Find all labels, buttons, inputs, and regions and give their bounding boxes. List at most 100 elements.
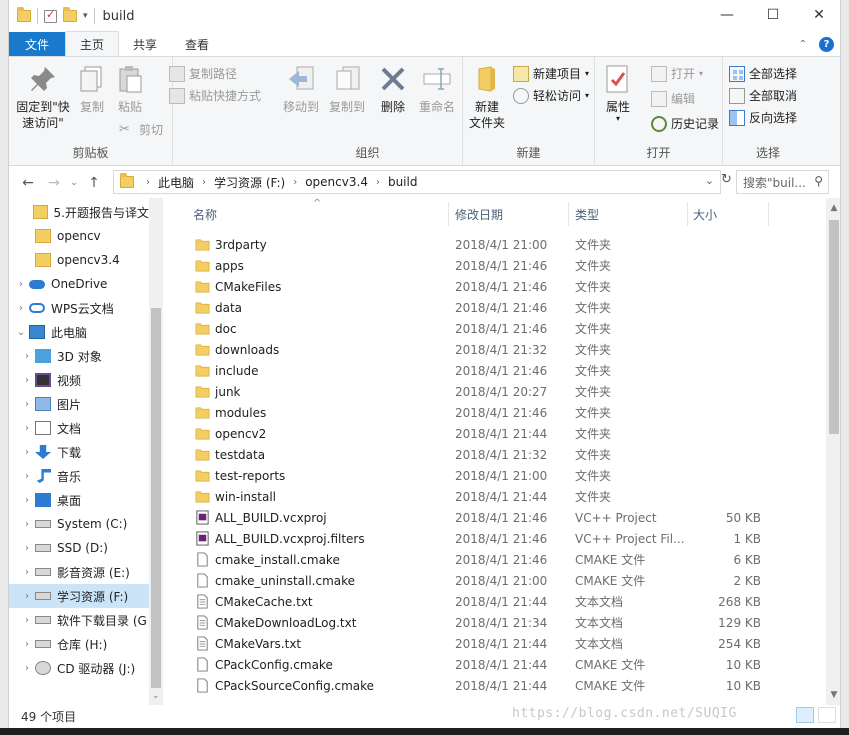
column-divider[interactable] [568,202,569,226]
close-button[interactable]: ✕ [796,0,840,30]
file-row[interactable]: ALL_BUILD.vcxproj.filters 2018/4/1 21:46 V… [179,528,826,549]
search-box[interactable]: 搜索"buil... ⚲ [736,170,829,194]
nav-item[interactable]: › SSD (D:) [9,536,149,560]
nav-item[interactable]: › OneDrive [9,272,149,296]
nav-item[interactable]: › 3D 对象 [9,344,149,368]
select-none-button[interactable]: 全部取消 [729,87,797,104]
column-header-type[interactable]: 类型 [575,202,675,226]
column-divider[interactable] [687,202,688,226]
nav-item[interactable]: › CD 驱动器 (J:) [9,656,149,680]
file-row[interactable]: cmake_uninstall.cmake 2018/4/1 21:00 CMAKE… [179,570,826,591]
copy-button[interactable]: 复制 [75,63,109,115]
nav-item[interactable]: › 软件下载目录 (G [9,608,149,632]
file-row[interactable]: data 2018/4/1 21:46 文件夹 [179,297,826,318]
expand-icon[interactable]: › [19,591,35,602]
nav-item[interactable]: › System (C:) [9,512,149,536]
file-list-scrollbar-thumb[interactable] [829,220,839,434]
nav-item[interactable]: › WPS云文档 [9,296,149,320]
file-list-scrollbar[interactable]: ▲ ▼ [826,198,840,705]
tab-share[interactable]: 共享 [119,32,171,56]
properties-button[interactable]: 属性 ▾ [601,63,635,123]
delete-button[interactable]: 删除 [373,63,413,115]
file-row[interactable]: CMakeDownloadLog.txt 2018/4/1 21:34 文本文档 12… [179,612,826,633]
column-header-name[interactable]: 名称 [193,202,453,226]
expand-icon[interactable]: › [19,375,35,386]
nav-item[interactable]: › 文档 [9,416,149,440]
new-folder-button[interactable]: 新建 文件夹 [467,63,507,131]
open-button[interactable]: 打开 ▾ [651,65,703,82]
file-row[interactable]: test-reports 2018/4/1 21:00 文件夹 [179,465,826,486]
paste-button[interactable]: 粘贴 [113,63,147,115]
select-all-button[interactable]: 全部选择 [729,65,797,82]
tab-view[interactable]: 查看 [171,32,223,56]
recent-locations-button[interactable]: ⌄ [67,170,81,196]
nav-item[interactable]: 5.开题报告与译文 [9,200,149,224]
column-divider[interactable] [768,202,769,226]
expand-icon[interactable]: › [19,519,35,530]
refresh-button[interactable]: ↻ [721,172,735,192]
nav-item[interactable]: › 影音资源 (E:) [9,560,149,584]
move-to-button[interactable]: 移动到 [279,63,323,115]
expand-icon[interactable]: › [19,567,35,578]
file-row[interactable]: modules 2018/4/1 21:46 文件夹 [179,402,826,423]
file-row[interactable]: CPackSourceConfig.cmake 2018/4/1 21:44 CMA… [179,675,826,696]
nav-item[interactable]: › 图片 [9,392,149,416]
large-icons-view-button[interactable] [818,707,836,723]
edit-button[interactable]: 编辑 [651,90,695,107]
back-button[interactable]: ← [15,170,41,196]
expand-icon[interactable]: › [13,303,29,314]
expand-icon[interactable]: › [19,663,35,674]
search-input[interactable]: 搜索"buil... [743,174,806,191]
cut-button[interactable]: ✂ 剪切 [119,121,163,138]
breadcrumb-drive-f[interactable]: 学习资源 (F:) [214,174,285,191]
expand-icon[interactable]: › [19,399,35,410]
address-bar[interactable]: › 此电脑 › 学习资源 (F:) › opencv3.4 › build ⌄ [113,170,721,194]
expand-icon[interactable]: › [19,447,35,458]
maximize-button[interactable]: ☐ [750,0,796,30]
file-row[interactable]: junk 2018/4/1 20:27 文件夹 [179,381,826,402]
file-row[interactable]: include 2018/4/1 21:46 文件夹 [179,360,826,381]
file-row[interactable]: CPackConfig.cmake 2018/4/1 21:44 CMAKE 文件 1… [179,654,826,675]
customize-quick-access-icon[interactable]: ▾ [83,11,88,21]
expand-icon[interactable]: › [19,495,35,506]
nav-item[interactable]: › 仓库 (H:) [9,632,149,656]
breadcrumb-build[interactable]: build [388,175,418,189]
up-button[interactable]: ↑ [81,170,107,196]
forward-button[interactable]: → [41,170,67,196]
nav-item[interactable]: › 音乐 [9,464,149,488]
column-divider[interactable] [448,202,449,226]
file-row[interactable]: doc 2018/4/1 21:46 文件夹 [179,318,826,339]
breadcrumb-this-pc[interactable]: 此电脑 [158,174,194,191]
file-row[interactable]: opencv2 2018/4/1 21:44 文件夹 [179,423,826,444]
nav-item[interactable]: › 下载 [9,440,149,464]
minimize-button[interactable]: — [704,0,750,30]
expand-icon[interactable]: › [19,423,35,434]
easy-access-button[interactable]: 轻松访问 ▾ [513,87,589,104]
expand-icon[interactable]: ⌄ [13,327,29,338]
nav-item[interactable]: opencv [9,224,149,248]
file-row[interactable]: CMakeVars.txt 2018/4/1 21:44 文本文档 254 KB [179,633,826,654]
nav-item[interactable]: opencv3.4 [9,248,149,272]
details-view-button[interactable] [796,707,814,723]
scroll-down-icon[interactable]: ⌄ [152,691,160,701]
file-row[interactable]: downloads 2018/4/1 21:32 文件夹 [179,339,826,360]
scroll-down-icon[interactable]: ▼ [826,687,840,703]
address-dropdown-icon[interactable]: ⌄ [705,174,714,187]
expand-icon[interactable]: › [19,543,35,554]
nav-item[interactable]: › 视频 [9,368,149,392]
expand-icon[interactable]: › [19,639,35,650]
history-button[interactable]: 历史记录 [651,115,719,132]
new-folder-quick-icon[interactable] [63,7,77,22]
file-row[interactable]: win-install 2018/4/1 21:44 文件夹 [179,486,826,507]
tab-home[interactable]: 主页 [65,31,120,56]
nav-item[interactable]: › 桌面 [9,488,149,512]
expand-icon[interactable]: › [19,615,35,626]
file-row[interactable]: CMakeCache.txt 2018/4/1 21:44 文本文档 268 KB [179,591,826,612]
expand-icon[interactable]: › [19,471,35,482]
expand-icon[interactable]: › [19,351,35,362]
copy-to-button[interactable]: 复制到 [325,63,369,115]
file-row[interactable]: cmake_install.cmake 2018/4/1 21:46 CMAKE 文… [179,549,826,570]
file-row[interactable]: 3rdparty 2018/4/1 21:00 文件夹 [179,234,826,255]
column-header-date[interactable]: 修改日期 [455,202,565,226]
file-row[interactable]: ALL_BUILD.vcxproj 2018/4/1 21:46 VC++ Proj… [179,507,826,528]
